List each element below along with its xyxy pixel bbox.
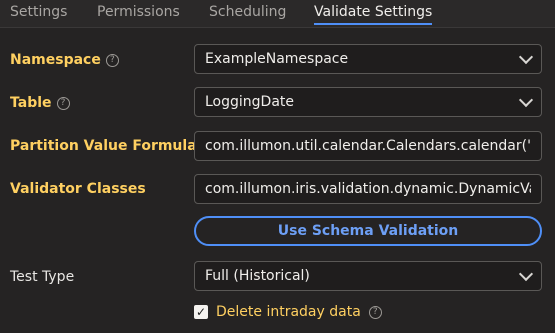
tab-bar: Settings Permissions Scheduling Validate… (0, 0, 555, 28)
help-circle-icon[interactable]: ? (105, 53, 119, 67)
test-type-select[interactable]: Full (Historical) (194, 261, 542, 291)
table-label: Table ? (10, 95, 70, 111)
chevron-down-icon (518, 49, 534, 64)
help-circle-icon[interactable]: ? (368, 305, 382, 319)
validator-classes-label: Validator Classes (10, 181, 146, 197)
validator-classes-label-text: Validator Classes (10, 181, 146, 197)
tab-permissions[interactable]: Permissions (97, 4, 180, 20)
table-select[interactable]: LoggingDate (194, 87, 542, 117)
tab-validate-settings[interactable]: Validate Settings (314, 4, 433, 25)
checkmark-icon: ✓ (195, 305, 207, 319)
partition-formula-label: Partition Value Formula ? (10, 138, 215, 154)
table-value: LoggingDate (205, 94, 295, 110)
test-type-label: Test Type (10, 269, 74, 285)
validator-classes-value: com.illumon.iris.validation.dynamic.Dyna… (205, 181, 531, 197)
delete-intraday-label[interactable]: Delete intraday data (216, 304, 361, 320)
namespace-value: ExampleNamespace (205, 51, 349, 67)
namespace-label-text: Namespace (10, 52, 101, 68)
validator-classes-input[interactable]: com.illumon.iris.validation.dynamic.Dyna… (194, 174, 542, 204)
test-type-value: Full (Historical) (205, 268, 310, 284)
table-label-text: Table (10, 95, 52, 111)
delete-intraday-checkbox[interactable]: ✓ (194, 305, 208, 319)
help-circle-icon[interactable]: ? (56, 96, 70, 110)
delete-intraday-row: ✓ Delete intraday data ? (194, 304, 382, 320)
use-schema-validation-button[interactable]: Use Schema Validation (194, 216, 542, 246)
tab-settings[interactable]: Settings (10, 4, 67, 20)
partition-formula-input[interactable]: com.illumon.util.calendar.Calendars.cale… (194, 131, 542, 161)
namespace-label: Namespace ? (10, 52, 119, 68)
partition-formula-value: com.illumon.util.calendar.Calendars.cale… (205, 138, 531, 154)
test-type-label-text: Test Type (10, 269, 75, 285)
chevron-down-icon (518, 92, 534, 107)
tab-scheduling[interactable]: Scheduling (209, 4, 286, 20)
namespace-select[interactable]: ExampleNamespace (194, 44, 542, 74)
chevron-down-icon (518, 266, 534, 281)
partition-formula-label-text: Partition Value Formula (10, 138, 197, 154)
